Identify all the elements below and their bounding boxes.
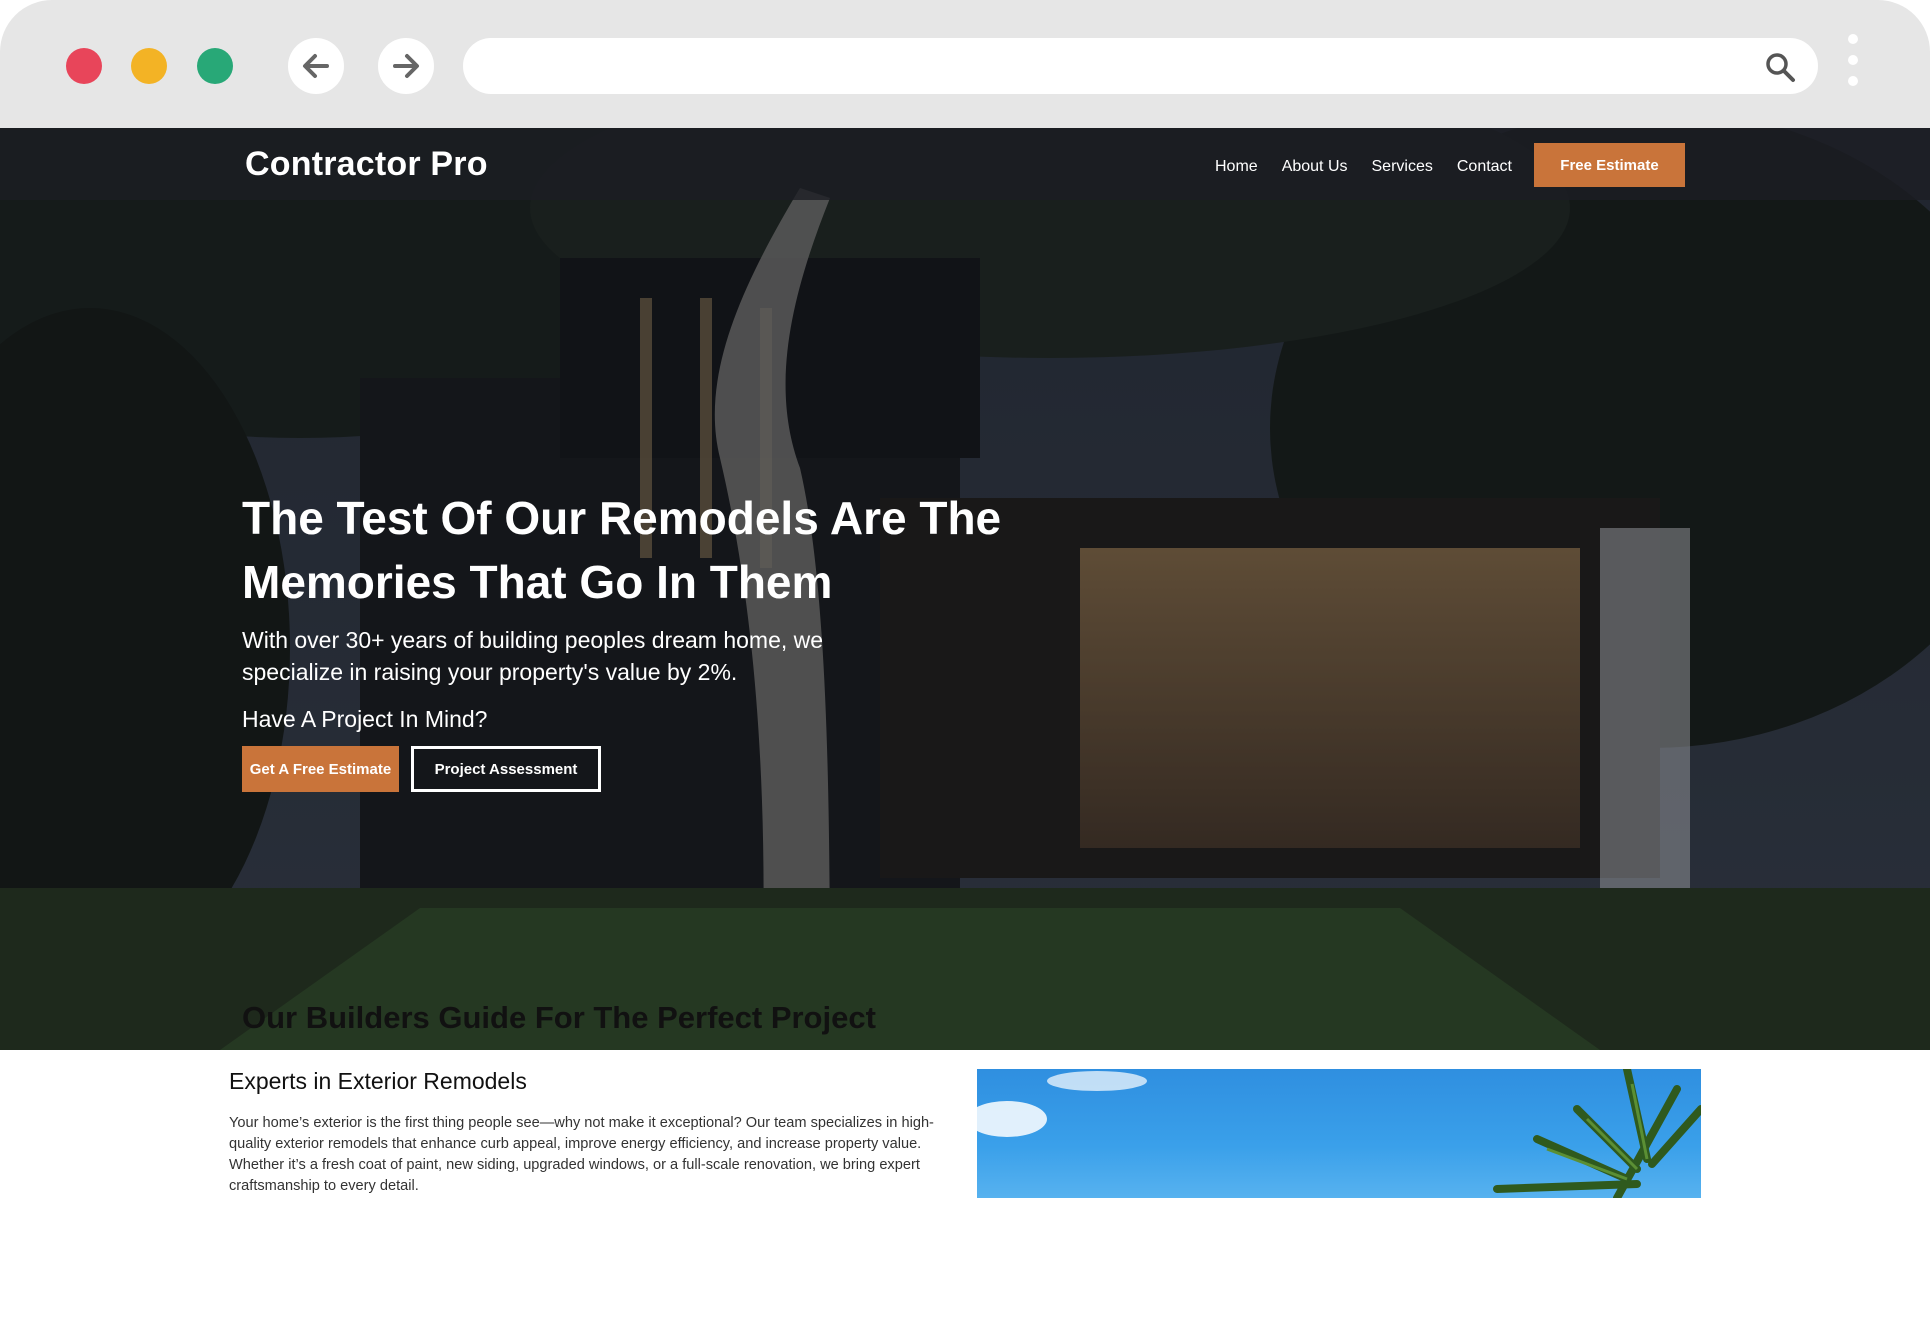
hero-section: Contractor Pro Home About Us Services Co… <box>0 128 1930 1050</box>
section-body: Your home’s exterior is the first thing … <box>229 1115 934 1194</box>
hero-question: Have A Project In Mind? <box>242 706 488 732</box>
forward-arrow-icon <box>393 54 419 78</box>
back-arrow-icon <box>303 54 329 78</box>
main-nav: Home About Us Services Contact <box>1215 158 1536 176</box>
hero-subtitle: With over 30+ years of building peoples … <box>242 627 824 685</box>
section-title: Experts in Exterior Remodels <box>229 1068 527 1094</box>
site-header: Contractor Pro Home About Us Services Co… <box>0 128 1930 200</box>
exterior-photo <box>977 1069 1701 1198</box>
nav-home[interactable]: Home <box>1215 158 1258 176</box>
hero-content: The Test Of Our Remodels Are The Memorie… <box>242 486 1002 733</box>
search-icon[interactable] <box>1764 51 1796 83</box>
nav-about-us[interactable]: About Us <box>1282 158 1348 176</box>
hero-buttons: Get A Free Estimate Project Assessment <box>242 746 601 792</box>
maximize-window-button[interactable] <box>197 48 233 84</box>
free-estimate-button[interactable]: Free Estimate <box>1534 143 1685 187</box>
browser-window: Contractor Pro Home About Us Services Co… <box>0 0 1930 1326</box>
close-window-button[interactable] <box>66 48 102 84</box>
hero-title: The Test Of Our Remodels Are The Memorie… <box>242 492 1002 608</box>
palm-tree-image <box>977 1069 1701 1198</box>
nav-contact[interactable]: Contact <box>1457 158 1512 176</box>
minimize-window-button[interactable] <box>131 48 167 84</box>
website: Contractor Pro Home About Us Services Co… <box>0 128 1930 1326</box>
back-button[interactable] <box>288 38 344 94</box>
kebab-menu-icon[interactable] <box>1848 34 1860 98</box>
site-logo[interactable]: Contractor Pro <box>245 145 488 184</box>
address-bar[interactable] <box>463 38 1818 94</box>
nav-services[interactable]: Services <box>1372 158 1433 176</box>
project-assessment-button[interactable]: Project Assessment <box>411 746 601 792</box>
get-free-estimate-button[interactable]: Get A Free Estimate <box>242 746 399 792</box>
browser-toolbar <box>0 0 1930 128</box>
forward-button[interactable] <box>378 38 434 94</box>
guide-title: Our Builders Guide For The Perfect Proje… <box>242 1000 876 1035</box>
